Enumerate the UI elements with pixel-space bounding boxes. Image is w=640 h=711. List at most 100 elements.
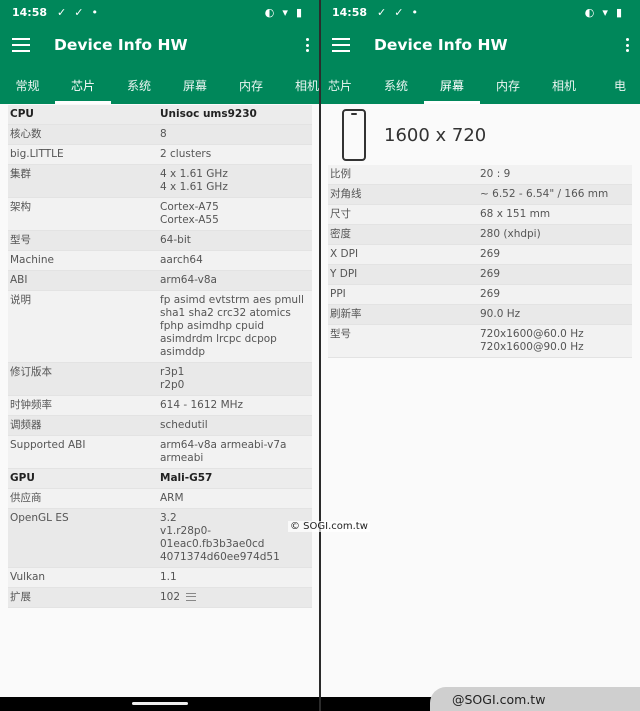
row-value: 614 - 1612 MHz [160, 399, 310, 412]
table-row: 比例 20 : 9 [328, 165, 632, 185]
row-value-text: 64-bit [160, 234, 191, 246]
row-value-text: Unisoc ums9230 [160, 108, 257, 120]
more-options-icon[interactable] [626, 38, 630, 52]
row-value: 269 [480, 268, 630, 281]
row-label: GPU [10, 472, 35, 484]
row-value: 280 (xhdpi) [480, 228, 630, 241]
app-title: Device Info HW [54, 36, 188, 54]
row-value: 1.1 [160, 571, 310, 584]
row-label: 型号 [330, 328, 351, 340]
tab-bar: 芯片 系统 屏幕 内存 相机电 [320, 66, 640, 104]
row-value: Mali-G57 [160, 472, 310, 485]
display-info-list: 比例 20 : 9 对角线 ~ 6.52 - 6.54" / 166 mm 尺寸 68 x… [328, 165, 632, 358]
row-value-text: 90.0 Hz [480, 308, 521, 320]
table-row: Y DPI 269 [328, 265, 632, 285]
table-row: 说明 fp asimd evtstrm aes pmull sha1 sha2 c… [8, 291, 312, 363]
row-value: 64-bit [160, 234, 310, 247]
row-value-text: ~ 6.52 - 6.54" / 166 mm [480, 188, 609, 200]
row-value-text: 269 [480, 248, 501, 260]
table-row: 扩展 102 [8, 588, 312, 608]
table-row: 架构 Cortex-A75 Cortex-A55 [8, 198, 312, 231]
tab-0[interactable]: 常规 [0, 66, 55, 104]
tab-0[interactable]: 芯片 [320, 66, 368, 104]
screen-divider [319, 0, 321, 711]
row-value-text: ARM [160, 492, 184, 504]
list-icon[interactable] [186, 593, 197, 601]
row-label: ABI [10, 274, 28, 286]
vibrate-icon: ◐ [584, 5, 595, 19]
row-value: 269 [480, 248, 630, 261]
row-value: 3.2 v1.r28p0-01eac0.fb3b3ae0cd 4071374d6… [160, 512, 310, 564]
table-row: 时钟频率 614 - 1612 MHz [8, 396, 312, 416]
check-icon: ✓ [377, 5, 387, 19]
row-label: 供应商 [10, 492, 42, 504]
row-label: PPI [330, 288, 346, 300]
tab-1[interactable]: 系统 [368, 66, 424, 104]
table-row: 密度 280 (xhdpi) [328, 225, 632, 245]
tab-bar: 常规 芯片 系统 屏幕 内存 相机 [0, 66, 320, 104]
row-value: 4 x 1.61 GHz 4 x 1.61 GHz [160, 168, 310, 194]
row-label: 时钟频率 [10, 399, 52, 411]
tab-2[interactable]: 屏幕 [424, 66, 480, 104]
table-row: X DPI 269 [328, 245, 632, 265]
more-options-icon[interactable] [306, 38, 310, 52]
left-screen: 14:58 ✓ ✓ • ◐ ▾ ▮ Device Info HW 常规 芯片 系统屏… [0, 0, 320, 711]
tab-3[interactable]: 内存 [480, 66, 536, 104]
table-row: Supported ABI arm64-v8a armeabi-v7a armea… [8, 436, 312, 469]
table-row: big.LITTLE 2 clusters [8, 145, 312, 165]
menu-icon[interactable] [332, 38, 350, 52]
row-value: 68 x 151 mm [480, 208, 630, 221]
battery-icon: ▮ [615, 5, 622, 19]
row-value: 102 [160, 591, 310, 604]
row-value: fp asimd evtstrm aes pmull sha1 sha2 crc… [160, 294, 310, 359]
table-row: CPU Unisoc ums9230 [8, 105, 312, 125]
table-row: PPI 269 [328, 285, 632, 305]
table-row: Vulkan 1.1 [8, 568, 312, 588]
table-row: 集群 4 x 1.61 GHz 4 x 1.61 GHz [8, 165, 312, 198]
row-value-text: fp asimd evtstrm aes pmull sha1 sha2 crc… [160, 294, 304, 358]
tab-4[interactable]: 相机 [536, 66, 592, 104]
table-row: ABI arm64-v8a [8, 271, 312, 291]
row-value-text: 269 [480, 268, 501, 280]
status-time: 14:58 [12, 5, 48, 19]
tab-2[interactable]: 系统 [111, 66, 167, 104]
home-gesture-pill[interactable] [132, 702, 188, 705]
table-row: 核心数 8 [8, 125, 312, 145]
row-value: Cortex-A75 Cortex-A55 [160, 201, 310, 227]
row-value-text: Mali-G57 [160, 472, 213, 484]
row-label: 比例 [330, 168, 351, 180]
row-value: 720x1600@60.0 Hz 720x1600@90.0 Hz [480, 328, 630, 354]
app-bar: Device Info HW [0, 24, 320, 66]
display-info: 1600 x 720 比例 20 : 9 对角线 ~ 6.52 - 6.54" / 1… [320, 104, 640, 358]
row-label: 调频器 [10, 419, 42, 431]
menu-icon[interactable] [12, 38, 30, 52]
row-value-text: aarch64 [160, 254, 203, 266]
watermark: @SOGI.com.tw [430, 687, 640, 711]
tab-4[interactable]: 内存 [223, 66, 279, 104]
battery-icon: ▮ [295, 5, 302, 19]
row-value: aarch64 [160, 254, 310, 267]
row-value-text: 280 (xhdpi) [480, 228, 541, 240]
row-label: 说明 [10, 294, 31, 306]
tab-1[interactable]: 芯片 [55, 66, 111, 104]
row-value-text: 3.2 v1.r28p0-01eac0.fb3b3ae0cd 4071374d6… [160, 512, 280, 563]
wifi-icon: ▾ [602, 5, 608, 19]
row-label: 集群 [10, 168, 31, 180]
row-value-text: arm64-v8a armeabi-v7a armeabi [160, 439, 287, 464]
row-value-text: 720x1600@60.0 Hz 720x1600@90.0 Hz [480, 328, 584, 353]
tab-5[interactable]: 相机 [279, 66, 320, 104]
phone-icon [342, 109, 366, 161]
status-bar: 14:58 ✓ ✓ • ◐ ▾ ▮ [320, 0, 640, 24]
row-value: ~ 6.52 - 6.54" / 166 mm [480, 188, 630, 201]
tab-5[interactable]: 电 [592, 66, 640, 104]
row-value: ARM [160, 492, 310, 505]
row-label: 型号 [10, 234, 31, 246]
table-row: 对角线 ~ 6.52 - 6.54" / 166 mm [328, 185, 632, 205]
table-row: 尺寸 68 x 151 mm [328, 205, 632, 225]
row-label: 修订版本 [10, 366, 52, 378]
row-label: Vulkan [10, 571, 46, 583]
row-value-text: 68 x 151 mm [480, 208, 551, 220]
table-row: 刷新率 90.0 Hz [328, 305, 632, 325]
table-row: OpenGL ES 3.2 v1.r28p0-01eac0.fb3b3ae0cd … [8, 509, 312, 568]
tab-3[interactable]: 屏幕 [167, 66, 223, 104]
